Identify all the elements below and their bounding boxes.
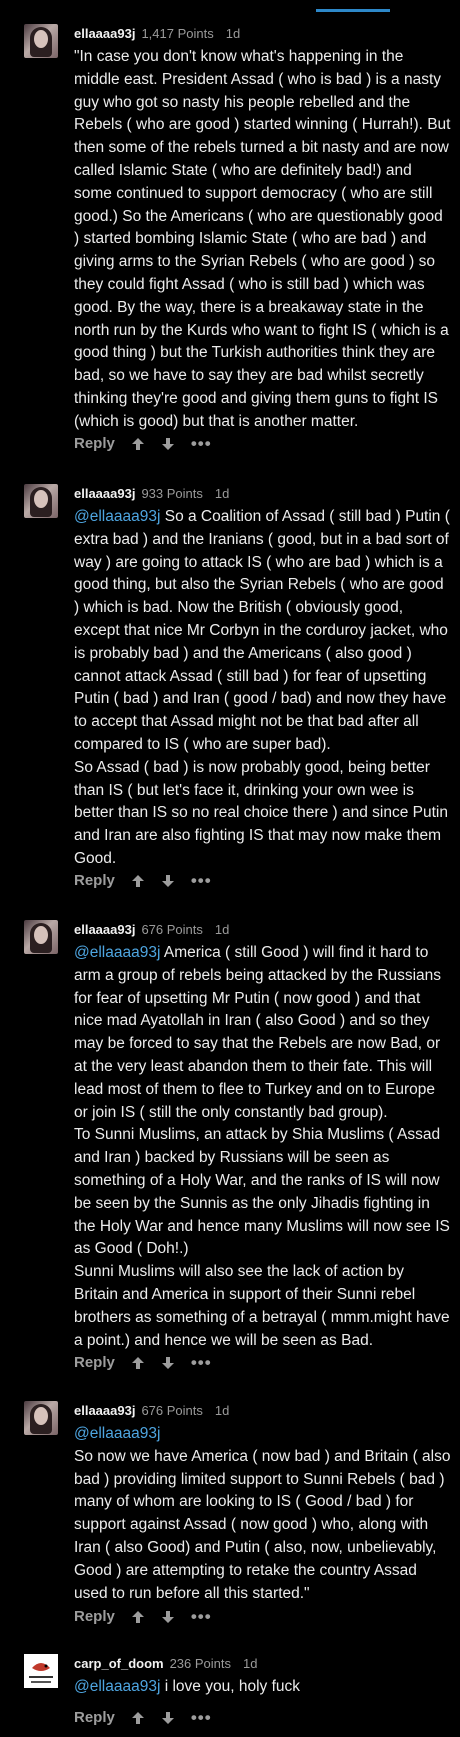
- comment-meta: ellaaaa93j 676 Points 1d: [74, 1403, 229, 1418]
- mention-link[interactable]: @ellaaaa93j: [74, 1678, 160, 1695]
- upvote-icon[interactable]: [131, 437, 145, 451]
- mention-link[interactable]: @ellaaaa93j: [74, 508, 160, 525]
- username[interactable]: ellaaaa93j: [74, 1403, 135, 1418]
- reply-button[interactable]: Reply: [74, 872, 115, 889]
- comment-text: i love you, holy fuck: [160, 1678, 300, 1695]
- comment-actions: Reply •••: [74, 1354, 212, 1372]
- more-options-icon[interactable]: •••: [191, 872, 212, 889]
- downvote-icon[interactable]: [161, 1711, 175, 1725]
- comment-paragraph: "In case you don't know what's happening…: [74, 48, 451, 430]
- comment-age: 1d: [243, 1656, 258, 1671]
- comment-paragraph: @ellaaaa93j: [74, 1423, 452, 1446]
- upvote-icon[interactable]: [131, 1356, 145, 1370]
- comment-body: @ellaaaa93j America ( still Good ) will …: [74, 942, 452, 1352]
- upvote-icon[interactable]: [131, 874, 145, 888]
- carp-logo-icon: [24, 1654, 58, 1688]
- avatar[interactable]: [24, 484, 58, 518]
- active-tab-indicator: [316, 9, 390, 12]
- comment-age: 1d: [225, 26, 241, 41]
- points: 933 Points: [141, 486, 203, 501]
- avatar[interactable]: [24, 920, 58, 954]
- mention-link[interactable]: @ellaaaa93j: [74, 944, 160, 961]
- avatar[interactable]: [24, 1654, 58, 1688]
- reply-button[interactable]: Reply: [74, 1608, 115, 1625]
- more-options-icon[interactable]: •••: [191, 435, 212, 452]
- comment-age: 1d: [214, 922, 230, 937]
- comment-text: America ( still Good ) will find it hard…: [74, 944, 442, 1121]
- comment-body: @ellaaaa93j i love you, holy fuck: [74, 1676, 452, 1699]
- comment-paragraph: @ellaaaa93j So a Coalition of Assad ( st…: [74, 506, 452, 757]
- more-options-icon[interactable]: •••: [191, 1608, 212, 1625]
- comment-paragraph: @ellaaaa93j America ( still Good ) will …: [74, 942, 452, 1124]
- upvote-icon[interactable]: [131, 1610, 145, 1624]
- downvote-icon[interactable]: [161, 437, 175, 451]
- more-options-icon[interactable]: •••: [191, 1709, 212, 1726]
- reply-button[interactable]: Reply: [74, 435, 115, 452]
- top-bar: [0, 0, 460, 14]
- reply-button[interactable]: Reply: [74, 1709, 115, 1726]
- comment-paragraph: @ellaaaa93j i love you, holy fuck: [74, 1676, 452, 1699]
- mention-link[interactable]: @ellaaaa93j: [74, 1425, 160, 1442]
- avatar[interactable]: [24, 1401, 58, 1435]
- username[interactable]: ellaaaa93j: [74, 486, 135, 501]
- comment-meta: ellaaaa93j 1,417 Points 1d: [74, 26, 240, 41]
- comment-meta: carp_of_doom 236 Points 1d: [74, 1656, 257, 1671]
- points: 676 Points: [141, 1403, 203, 1418]
- downvote-icon[interactable]: [161, 874, 175, 888]
- comment-meta: ellaaaa93j 676 Points 1d: [74, 922, 229, 937]
- comment-age: 1d: [214, 1403, 230, 1418]
- comment-body: @ellaaaa93j So a Coalition of Assad ( st…: [74, 506, 452, 871]
- comment-age: 1d: [214, 486, 230, 501]
- comment-actions: Reply •••: [74, 872, 212, 890]
- upvote-icon[interactable]: [131, 1711, 145, 1725]
- comment-actions: Reply •••: [74, 435, 212, 453]
- comment-actions: Reply •••: [74, 1709, 212, 1727]
- comment-meta: ellaaaa93j 933 Points 1d: [74, 486, 229, 501]
- downvote-icon[interactable]: [161, 1356, 175, 1370]
- username[interactable]: ellaaaa93j: [74, 26, 135, 41]
- avatar[interactable]: [24, 24, 58, 58]
- points: 1,417 Points: [141, 26, 214, 41]
- downvote-icon[interactable]: [161, 1610, 175, 1624]
- comment-body: @ellaaaa93j So now we have America ( now…: [74, 1423, 452, 1605]
- more-options-icon[interactable]: •••: [191, 1354, 212, 1371]
- comment-actions: Reply •••: [74, 1608, 212, 1626]
- comment-paragraph: So Assad ( bad ) is now probably good, b…: [74, 758, 448, 867]
- points: 676 Points: [141, 922, 203, 937]
- comment-paragraph: Sunni Muslims will also see the lack of …: [74, 1263, 450, 1349]
- username[interactable]: carp_of_doom: [74, 1656, 164, 1671]
- reply-button[interactable]: Reply: [74, 1354, 115, 1371]
- points: 236 Points: [169, 1656, 232, 1671]
- comment-paragraph: So now we have America ( now bad ) and B…: [74, 1447, 451, 1602]
- comment-body: "In case you don't know what's happening…: [74, 46, 452, 434]
- comment-text: So a Coalition of Assad ( still bad ) Pu…: [74, 508, 450, 753]
- username[interactable]: ellaaaa93j: [74, 922, 135, 937]
- comment-paragraph: To Sunni Muslims, an attack by Shia Musl…: [74, 1126, 450, 1258]
